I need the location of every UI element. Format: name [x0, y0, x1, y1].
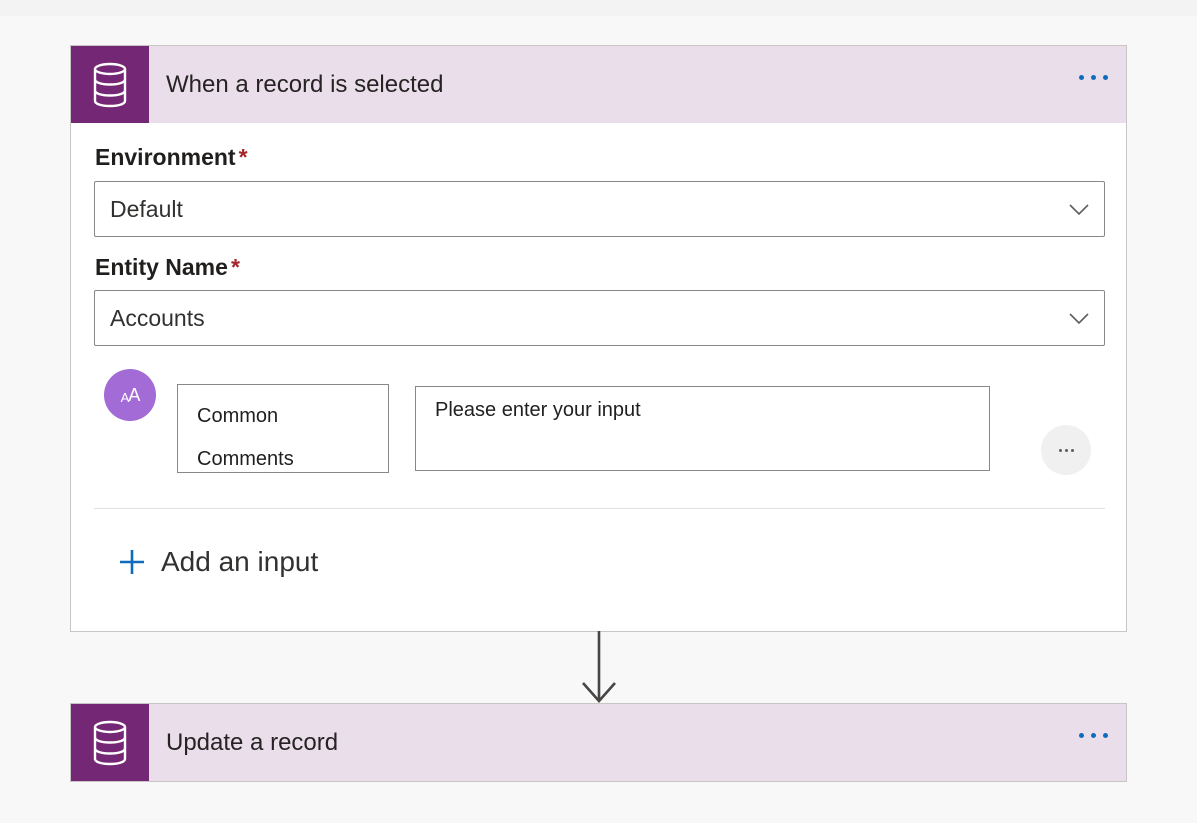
trigger-more-options-icon[interactable] — [1079, 75, 1108, 80]
environment-value: Default — [110, 195, 183, 222]
chevron-down-icon — [1069, 204, 1089, 216]
action-card-header[interactable]: Update a record — [71, 704, 1126, 781]
add-an-input-label: Add an input — [161, 546, 319, 577]
flow-arrow-down-icon — [582, 631, 616, 703]
input-value-field[interactable]: Please enter your input — [415, 386, 990, 471]
environment-label: Environment * — [95, 144, 248, 170]
plus-icon — [120, 550, 144, 574]
entity-name-value: Accounts — [110, 304, 205, 331]
required-marker: * — [230, 254, 240, 280]
trigger-title: When a record is selected — [166, 70, 444, 98]
top-strip — [0, 0, 1197, 16]
input-name-line-1: Common — [197, 405, 279, 427]
action-title: Update a record — [166, 728, 339, 756]
input-name-line-2: Comments — [197, 448, 294, 470]
trigger-card: When a record is selected Environment * D… — [70, 45, 1127, 632]
entity-name-label: Entity Name * — [95, 254, 240, 280]
input-more-options-icon[interactable] — [1041, 425, 1091, 475]
database-icon — [71, 46, 149, 123]
text-input-type-icon: AA — [104, 369, 156, 421]
entity-name-dropdown[interactable]: Accounts — [94, 290, 1105, 346]
chevron-down-icon — [1069, 313, 1089, 325]
required-marker: * — [238, 144, 248, 170]
divider — [94, 508, 1105, 509]
environment-dropdown[interactable]: Default — [94, 181, 1105, 237]
action-card[interactable]: Update a record — [70, 703, 1127, 782]
trigger-card-header[interactable]: When a record is selected — [71, 46, 1126, 123]
database-icon — [71, 704, 149, 781]
add-an-input-button[interactable]: Add an input — [119, 546, 318, 578]
input-name-field[interactable]: Common Comments — [177, 384, 389, 473]
action-more-options-icon[interactable] — [1079, 733, 1108, 738]
